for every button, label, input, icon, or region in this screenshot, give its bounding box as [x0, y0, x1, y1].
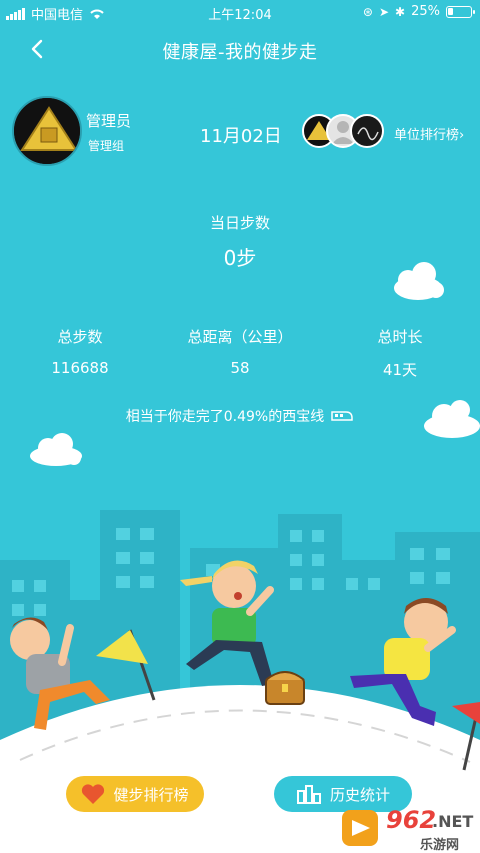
nav-bar: 健康屋-我的健步走 — [0, 26, 480, 72]
equivalent-text: 相当于你走完了0.49%的西宝线 — [125, 409, 325, 425]
battery-percent: 25% — [411, 4, 440, 19]
rank-avatars[interactable] — [302, 114, 384, 150]
location-icon: ➤ — [378, 4, 390, 19]
avatar[interactable] — [12, 96, 82, 166]
battery-icon — [446, 5, 475, 18]
train-icon — [331, 411, 353, 421]
watermark-number: 962 — [386, 806, 437, 834]
user-group: 管理组 — [88, 139, 125, 153]
watermark-chinese: 乐游网 — [420, 838, 460, 853]
watermark-domain: .NET — [432, 812, 474, 831]
stat-total-distance: 总距离（公里） 58 — [160, 326, 320, 377]
stat-value: 116688 — [51, 359, 109, 377]
today-steps-label: 当日步数 — [209, 214, 270, 232]
equivalent-distance: 相当于你走完了0.49%的西宝线 — [0, 406, 480, 426]
unit-rank-label: 单位排行榜 — [394, 128, 460, 143]
status-bar: 中国电信 上午12:04 ⊛ ➤ ✱ 25% — [0, 0, 480, 26]
page-title: 健康屋-我的健步走 — [162, 42, 318, 63]
watermark: 962 .NET 乐游网 — [340, 806, 476, 853]
bluetooth-icon: ✱ — [395, 4, 406, 19]
stat-total-steps: 总步数 116688 — [0, 326, 160, 377]
stat-label: 总距离（公里） — [187, 328, 293, 346]
stat-value: 41天 — [382, 361, 418, 379]
stat-label: 总步数 — [57, 328, 103, 346]
stat-total-duration: 总时长 41天 — [320, 326, 480, 380]
watermark-logo — [342, 810, 378, 846]
battery-fill — [448, 7, 453, 15]
heart-icon — [82, 784, 105, 804]
treasure-chest-illustration — [265, 671, 305, 705]
chevron-right-icon: › — [459, 128, 465, 143]
stat-label: 总时长 — [377, 328, 423, 346]
unit-rank-link[interactable]: 单位排行榜› — [394, 124, 464, 143]
bar-chart-icon — [296, 785, 321, 804]
stat-value: 58 — [230, 359, 250, 377]
today-steps-value: 0步 — [223, 246, 257, 270]
history-stats-label: 历史统计 — [329, 785, 390, 804]
current-date: 11月02日 — [200, 126, 282, 147]
orientation-lock-icon: ⊛ — [362, 4, 373, 19]
step-rank-label: 健步排行榜 — [113, 785, 189, 804]
rank-avatar-3 — [350, 114, 384, 148]
user-name: 管理员 — [86, 112, 132, 130]
step-rank-button[interactable]: 健步排行榜 — [66, 776, 204, 812]
status-right: ⊛ ➤ ✱ 25% — [362, 4, 475, 19]
